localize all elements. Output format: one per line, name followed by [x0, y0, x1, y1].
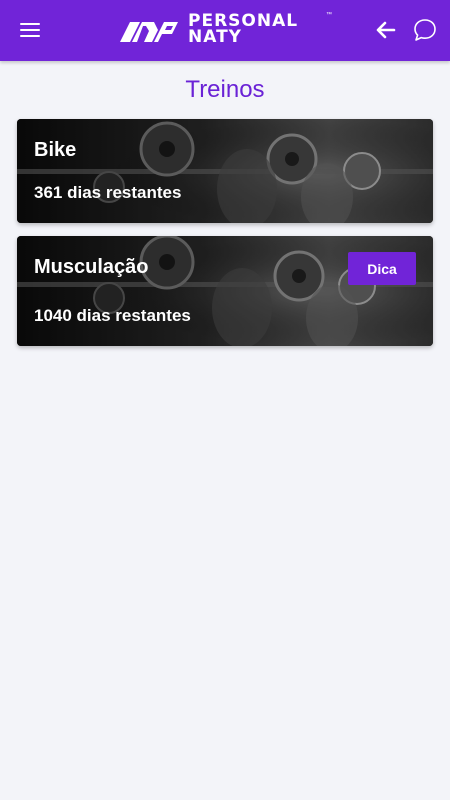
- page-title: Treinos: [185, 76, 265, 103]
- logo-text-naty: NATY: [188, 27, 242, 47]
- tip-button[interactable]: Dica: [348, 252, 416, 285]
- workout-name: Musculação: [34, 256, 149, 278]
- logo-wordmark: PERSONAL NATY: [188, 13, 298, 47]
- brand-logo: PERSONAL NATY ™: [118, 12, 336, 50]
- workout-card-bike[interactable]: Bike 361 dias restantes: [17, 119, 433, 223]
- days-remaining: 361 dias restantes: [34, 183, 182, 202]
- gym-background-image: [17, 119, 433, 223]
- trademark-symbol: ™: [326, 12, 332, 18]
- back-arrow-icon[interactable]: [374, 18, 398, 42]
- chat-bubble-icon[interactable]: [412, 17, 438, 43]
- workout-name: Bike: [34, 139, 77, 161]
- days-remaining: 1040 dias restantes: [34, 306, 191, 325]
- hamburger-menu-icon[interactable]: [18, 18, 44, 42]
- workout-card-musculacao[interactable]: Musculação Dica 1040 dias restantes: [17, 236, 433, 346]
- logo-mark-icon: [120, 22, 178, 42]
- app-screen: PERSONAL NATY ™ Treinos Bike 361 dias re…: [0, 0, 450, 800]
- top-app-bar: PERSONAL NATY ™: [0, 0, 450, 61]
